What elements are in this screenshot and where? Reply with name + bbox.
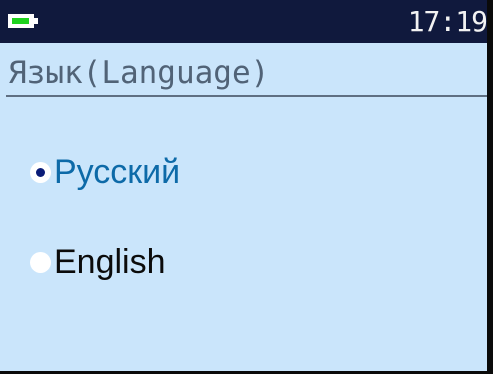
language-label-english: English bbox=[54, 243, 166, 281]
title-divider bbox=[6, 95, 487, 97]
language-label-russian: Русский bbox=[54, 153, 181, 191]
status-bar: 17:19 bbox=[0, 0, 488, 43]
radio-button-russian[interactable] bbox=[30, 161, 51, 183]
battery-icon bbox=[8, 14, 34, 28]
radio-button-english[interactable] bbox=[30, 251, 51, 273]
language-option-english[interactable]: English bbox=[30, 242, 166, 282]
battery-tip bbox=[34, 18, 38, 24]
page-title: Язык(Language) bbox=[8, 55, 270, 91]
battery-level-fill bbox=[12, 18, 29, 24]
language-option-russian[interactable]: Русский bbox=[30, 152, 180, 192]
device-screen: 17:19 Язык(Language) Русский English bbox=[0, 0, 493, 374]
clock: 17:19 bbox=[407, 5, 488, 38]
